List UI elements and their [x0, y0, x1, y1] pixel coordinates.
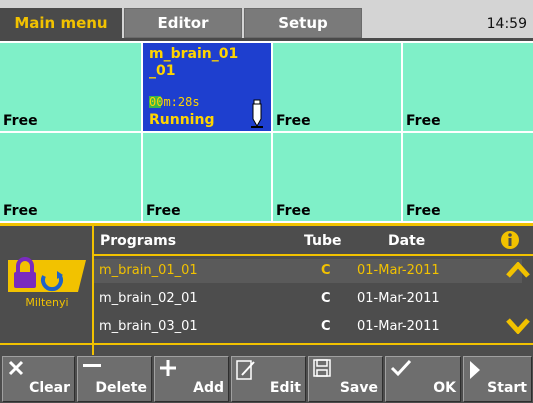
edit-button[interactable]: Edit [231, 356, 306, 402]
running-status: Running [149, 112, 215, 128]
play-icon [470, 361, 480, 379]
close-icon [8, 360, 24, 376]
tube-cell: C [321, 263, 331, 278]
save-icon [313, 359, 331, 377]
save-button[interactable]: Save [308, 356, 383, 402]
clock: 14:59 [486, 16, 527, 32]
clear-button[interactable]: Clear [2, 356, 75, 402]
slot-5[interactable]: Free [0, 133, 141, 221]
slot-label: Free [276, 203, 311, 219]
slot-6[interactable]: Free [143, 133, 271, 221]
scroll-up-icon[interactable] [506, 262, 530, 278]
date-cell: 01-Mar-2011 [357, 291, 440, 306]
date-cell: 01-Mar-2011 [357, 263, 440, 278]
tab-main-menu[interactable]: Main menu [0, 8, 122, 38]
tab-setup[interactable]: Setup [244, 8, 362, 38]
delete-label: Delete [95, 380, 147, 396]
panel-bottom-line [0, 343, 533, 345]
programs-column-header: Programs [100, 233, 177, 249]
slot-label: Free [146, 203, 181, 219]
slot-label: Free [406, 203, 441, 219]
tube-icon [251, 99, 263, 128]
slot-8[interactable]: Free [403, 133, 533, 221]
program-name: m_brain_03_01 [99, 319, 198, 334]
slot-label: Free [406, 113, 441, 129]
date-column-header: Date [388, 233, 426, 249]
tube-cell: C [321, 319, 331, 334]
running-program-name: m_brain_01 _01 [149, 46, 239, 79]
slot-label: Free [3, 113, 38, 129]
slot-3[interactable]: Free [273, 43, 401, 131]
date-cell: 01-Mar-2011 [357, 319, 440, 334]
tube-column-header: Tube [304, 233, 342, 249]
tab-editor[interactable]: Editor [124, 8, 242, 38]
check-icon [390, 359, 412, 377]
slot-4[interactable]: Free [403, 43, 533, 131]
edit-label: Edit [269, 380, 301, 396]
logo-text: Miltenyi [25, 296, 69, 309]
plus-icon [160, 360, 176, 376]
ok-button[interactable]: OK [385, 356, 461, 402]
add-label: Add [193, 380, 224, 396]
ok-label: OK [433, 380, 456, 396]
minus-icon [83, 364, 101, 367]
save-label: Save [339, 380, 378, 396]
clear-label: Clear [29, 380, 70, 396]
edit-icon [236, 360, 255, 380]
slot-7[interactable]: Free [273, 133, 401, 221]
panel-top-line [0, 223, 533, 226]
delete-button[interactable]: Delete [77, 356, 152, 402]
start-button[interactable]: Start [463, 356, 532, 402]
header-divider [94, 254, 533, 256]
scroll-down-icon[interactable] [506, 318, 530, 334]
info-icon[interactable] [500, 230, 520, 250]
add-button[interactable]: Add [154, 356, 229, 402]
slot-label: Free [3, 203, 38, 219]
running-time: 00m:28s [149, 95, 200, 109]
slot-1[interactable]: Free [0, 43, 141, 131]
miltenyi-logo [8, 257, 86, 292]
slot-label: Free [276, 113, 311, 129]
start-label: Start [487, 380, 527, 396]
program-name: m_brain_01_01 [99, 263, 198, 278]
slot-2-running[interactable]: m_brain_01 _01 00m:28s Running [143, 43, 271, 131]
tube-cell: C [321, 291, 331, 306]
program-name: m_brain_02_01 [99, 291, 198, 306]
